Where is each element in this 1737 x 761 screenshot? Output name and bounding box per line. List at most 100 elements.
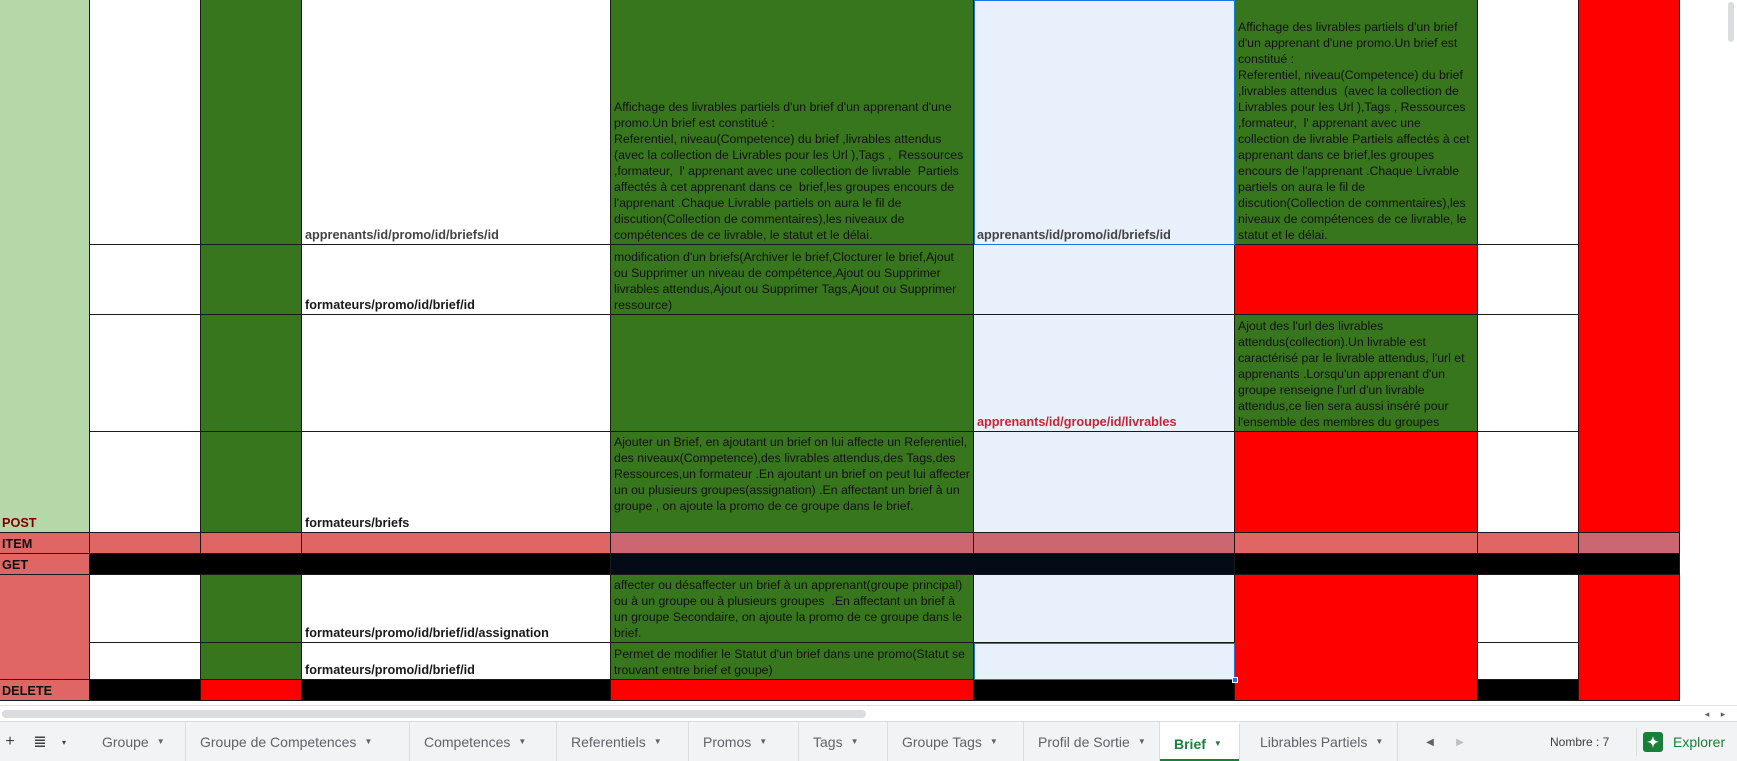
cell-get-b[interactable] bbox=[90, 554, 611, 575]
cell-route-alt-r7[interactable] bbox=[974, 575, 1235, 643]
cell-b-r2[interactable] bbox=[90, 245, 201, 315]
cell-item-c[interactable] bbox=[201, 533, 302, 554]
cell-b-r3[interactable] bbox=[90, 315, 201, 432]
cell-i-r2[interactable] bbox=[1478, 245, 1579, 315]
chevron-down-icon[interactable]: ▼ bbox=[1214, 739, 1222, 748]
cell-c-r4[interactable] bbox=[201, 432, 302, 533]
list-icon[interactable]: ≣ bbox=[28, 722, 52, 761]
tab-promos[interactable]: Promos ▼ bbox=[689, 722, 799, 761]
cell-item-d[interactable] bbox=[302, 533, 611, 554]
tab-groupe-tags[interactable]: Groupe Tags ▼ bbox=[888, 722, 1024, 761]
vertical-scrollbar-thumb[interactable] bbox=[1728, 2, 1734, 42]
cell-method-r8[interactable] bbox=[0, 643, 90, 680]
cell-j-r2[interactable] bbox=[1579, 245, 1680, 315]
cell-route-alt-r4[interactable] bbox=[974, 432, 1235, 533]
cell-item-i[interactable] bbox=[1478, 533, 1579, 554]
horizontal-scrollbar[interactable]: ◂ ▸ bbox=[0, 705, 1737, 721]
vertical-scrollbar[interactable] bbox=[1724, 0, 1737, 60]
chevron-down-icon[interactable]: ▼ bbox=[518, 737, 526, 746]
cell-i-r1[interactable] bbox=[1478, 0, 1579, 245]
cell-method-r2[interactable] bbox=[0, 245, 90, 315]
cell-description-r8[interactable]: Permet de modifier le Statut d'un brief … bbox=[611, 643, 974, 680]
cell-delete-c[interactable] bbox=[201, 680, 302, 701]
cell-route-r1[interactable]: apprenants/id/promo/id/briefs/id bbox=[302, 0, 611, 245]
cell-delete-d[interactable] bbox=[302, 680, 611, 701]
cell-b-r8[interactable] bbox=[90, 643, 201, 680]
cell-item-f[interactable] bbox=[974, 533, 1235, 554]
cell-get-g[interactable] bbox=[1235, 554, 1680, 575]
cell-b-r4[interactable] bbox=[90, 432, 201, 533]
cell-route-r2[interactable]: formateurs/promo/id/brief/id bbox=[302, 245, 611, 315]
tab-groupe[interactable]: Groupe ▼ bbox=[88, 722, 186, 761]
previous-sheet-arrow-icon[interactable]: ◀ bbox=[1420, 722, 1440, 761]
next-sheet-arrow-icon[interactable]: ▶ bbox=[1450, 722, 1470, 761]
cell-i-r4[interactable] bbox=[1478, 432, 1579, 533]
selection-fill-handle[interactable] bbox=[1232, 677, 1238, 683]
cell-c-r8[interactable] bbox=[201, 643, 302, 680]
tab-referentiels[interactable]: Referentiels ▼ bbox=[557, 722, 689, 761]
cell-j-r3[interactable] bbox=[1579, 315, 1680, 432]
cell-j-r1[interactable] bbox=[1579, 0, 1680, 245]
chevron-down-icon[interactable]: ▼ bbox=[157, 737, 165, 746]
horizontal-scrollbar-thumb[interactable] bbox=[2, 710, 866, 718]
cell-route-r4[interactable]: formateurs/briefs bbox=[302, 432, 611, 533]
cell-delete-label[interactable]: DELETE bbox=[0, 680, 90, 701]
cell-description-r4[interactable]: Ajouter un Brief, en ajoutant un brief o… bbox=[611, 432, 974, 533]
cell-c-r1[interactable] bbox=[201, 0, 302, 245]
cell-description-r2[interactable]: modification d'un briefs(Archiver le bri… bbox=[611, 245, 974, 315]
cell-method-r7[interactable] bbox=[0, 575, 90, 643]
cell-item-e[interactable] bbox=[611, 533, 974, 554]
cell-i-r3[interactable] bbox=[1478, 315, 1579, 432]
cell-delete-e[interactable] bbox=[611, 680, 974, 701]
cell-get-label[interactable]: GET bbox=[0, 554, 90, 575]
cell-i-r8[interactable] bbox=[1478, 643, 1579, 680]
chevron-down-icon[interactable]: ▼ bbox=[1375, 737, 1383, 746]
tab-librables-partiels[interactable]: Librables Partiels ▼ bbox=[1246, 722, 1398, 761]
cell-description-alt-r7[interactable] bbox=[1235, 575, 1478, 680]
tab-brief[interactable]: Brief ▼ bbox=[1160, 722, 1240, 761]
tab-groupe-de-competences[interactable]: Groupe de Competences ▼ bbox=[186, 722, 410, 761]
cell-c-r2[interactable] bbox=[201, 245, 302, 315]
cell-method-r3[interactable] bbox=[0, 315, 90, 432]
explore-button[interactable]: ✦ Explorer bbox=[1636, 728, 1737, 756]
cell-description-r7[interactable]: affecter ou désaffecter un brief à un ap… bbox=[611, 575, 974, 643]
cell-description-alt-r4[interactable] bbox=[1235, 432, 1478, 533]
tab-profil-de-sortie[interactable]: Profil de Sortie ▼ bbox=[1024, 722, 1160, 761]
chevron-down-icon[interactable]: ▼ bbox=[654, 737, 662, 746]
cell-route-r7[interactable]: formateurs/promo/id/brief/id/assignation bbox=[302, 575, 611, 643]
chevron-down-icon[interactable]: ▼ bbox=[851, 737, 859, 746]
cell-route-alt-r3[interactable]: apprenants/id/groupe/id/livrables bbox=[974, 315, 1235, 432]
cell-c-r7[interactable] bbox=[201, 575, 302, 643]
chevron-down-icon[interactable]: ▼ bbox=[1138, 737, 1146, 746]
chevron-down-icon[interactable]: ▼ bbox=[990, 737, 998, 746]
cell-route-r3[interactable] bbox=[302, 315, 611, 432]
cell-description-r1[interactable]: Affichage des livrables partiels d'un br… bbox=[611, 0, 974, 245]
cell-description-alt-r3[interactable]: Ajout des l'url des livrables attendus(c… bbox=[1235, 315, 1478, 432]
cell-method-r1[interactable] bbox=[0, 0, 90, 245]
cell-b-r7[interactable] bbox=[90, 575, 201, 643]
cell-delete-j[interactable] bbox=[1579, 680, 1680, 701]
tab-competences[interactable]: Competences ▼ bbox=[410, 722, 557, 761]
chevron-down-icon[interactable]: ▾ bbox=[58, 722, 70, 761]
cell-item-b[interactable] bbox=[90, 533, 201, 554]
cell-i-r7[interactable] bbox=[1478, 575, 1579, 643]
cell-c-r3[interactable] bbox=[201, 315, 302, 432]
cell-get-e[interactable] bbox=[611, 554, 1235, 575]
cell-delete-i[interactable] bbox=[1478, 680, 1579, 701]
cell-j-r4[interactable] bbox=[1579, 432, 1680, 533]
cell-item-g[interactable] bbox=[1235, 533, 1478, 554]
cell-b-r1[interactable] bbox=[90, 0, 201, 245]
cell-route-alt-r1[interactable]: apprenants/id/promo/id/briefs/id bbox=[974, 0, 1235, 245]
scroll-left-arrow-icon[interactable]: ◂ bbox=[1700, 708, 1714, 720]
scroll-right-arrow-icon[interactable]: ▸ bbox=[1716, 708, 1730, 720]
chevron-down-icon[interactable]: ▼ bbox=[759, 737, 767, 746]
tab-tags[interactable]: Tags ▼ bbox=[799, 722, 888, 761]
cell-route-alt-r8[interactable] bbox=[974, 643, 1235, 680]
chevron-down-icon[interactable]: ▼ bbox=[364, 737, 372, 746]
cell-delete-f[interactable] bbox=[974, 680, 1235, 701]
cell-route-alt-r2[interactable] bbox=[974, 245, 1235, 315]
cell-method-post[interactable]: POST bbox=[0, 432, 90, 533]
cell-description-alt-r2[interactable] bbox=[1235, 245, 1478, 315]
cell-j-r7[interactable] bbox=[1579, 575, 1680, 680]
plus-icon[interactable]: + bbox=[0, 722, 20, 761]
